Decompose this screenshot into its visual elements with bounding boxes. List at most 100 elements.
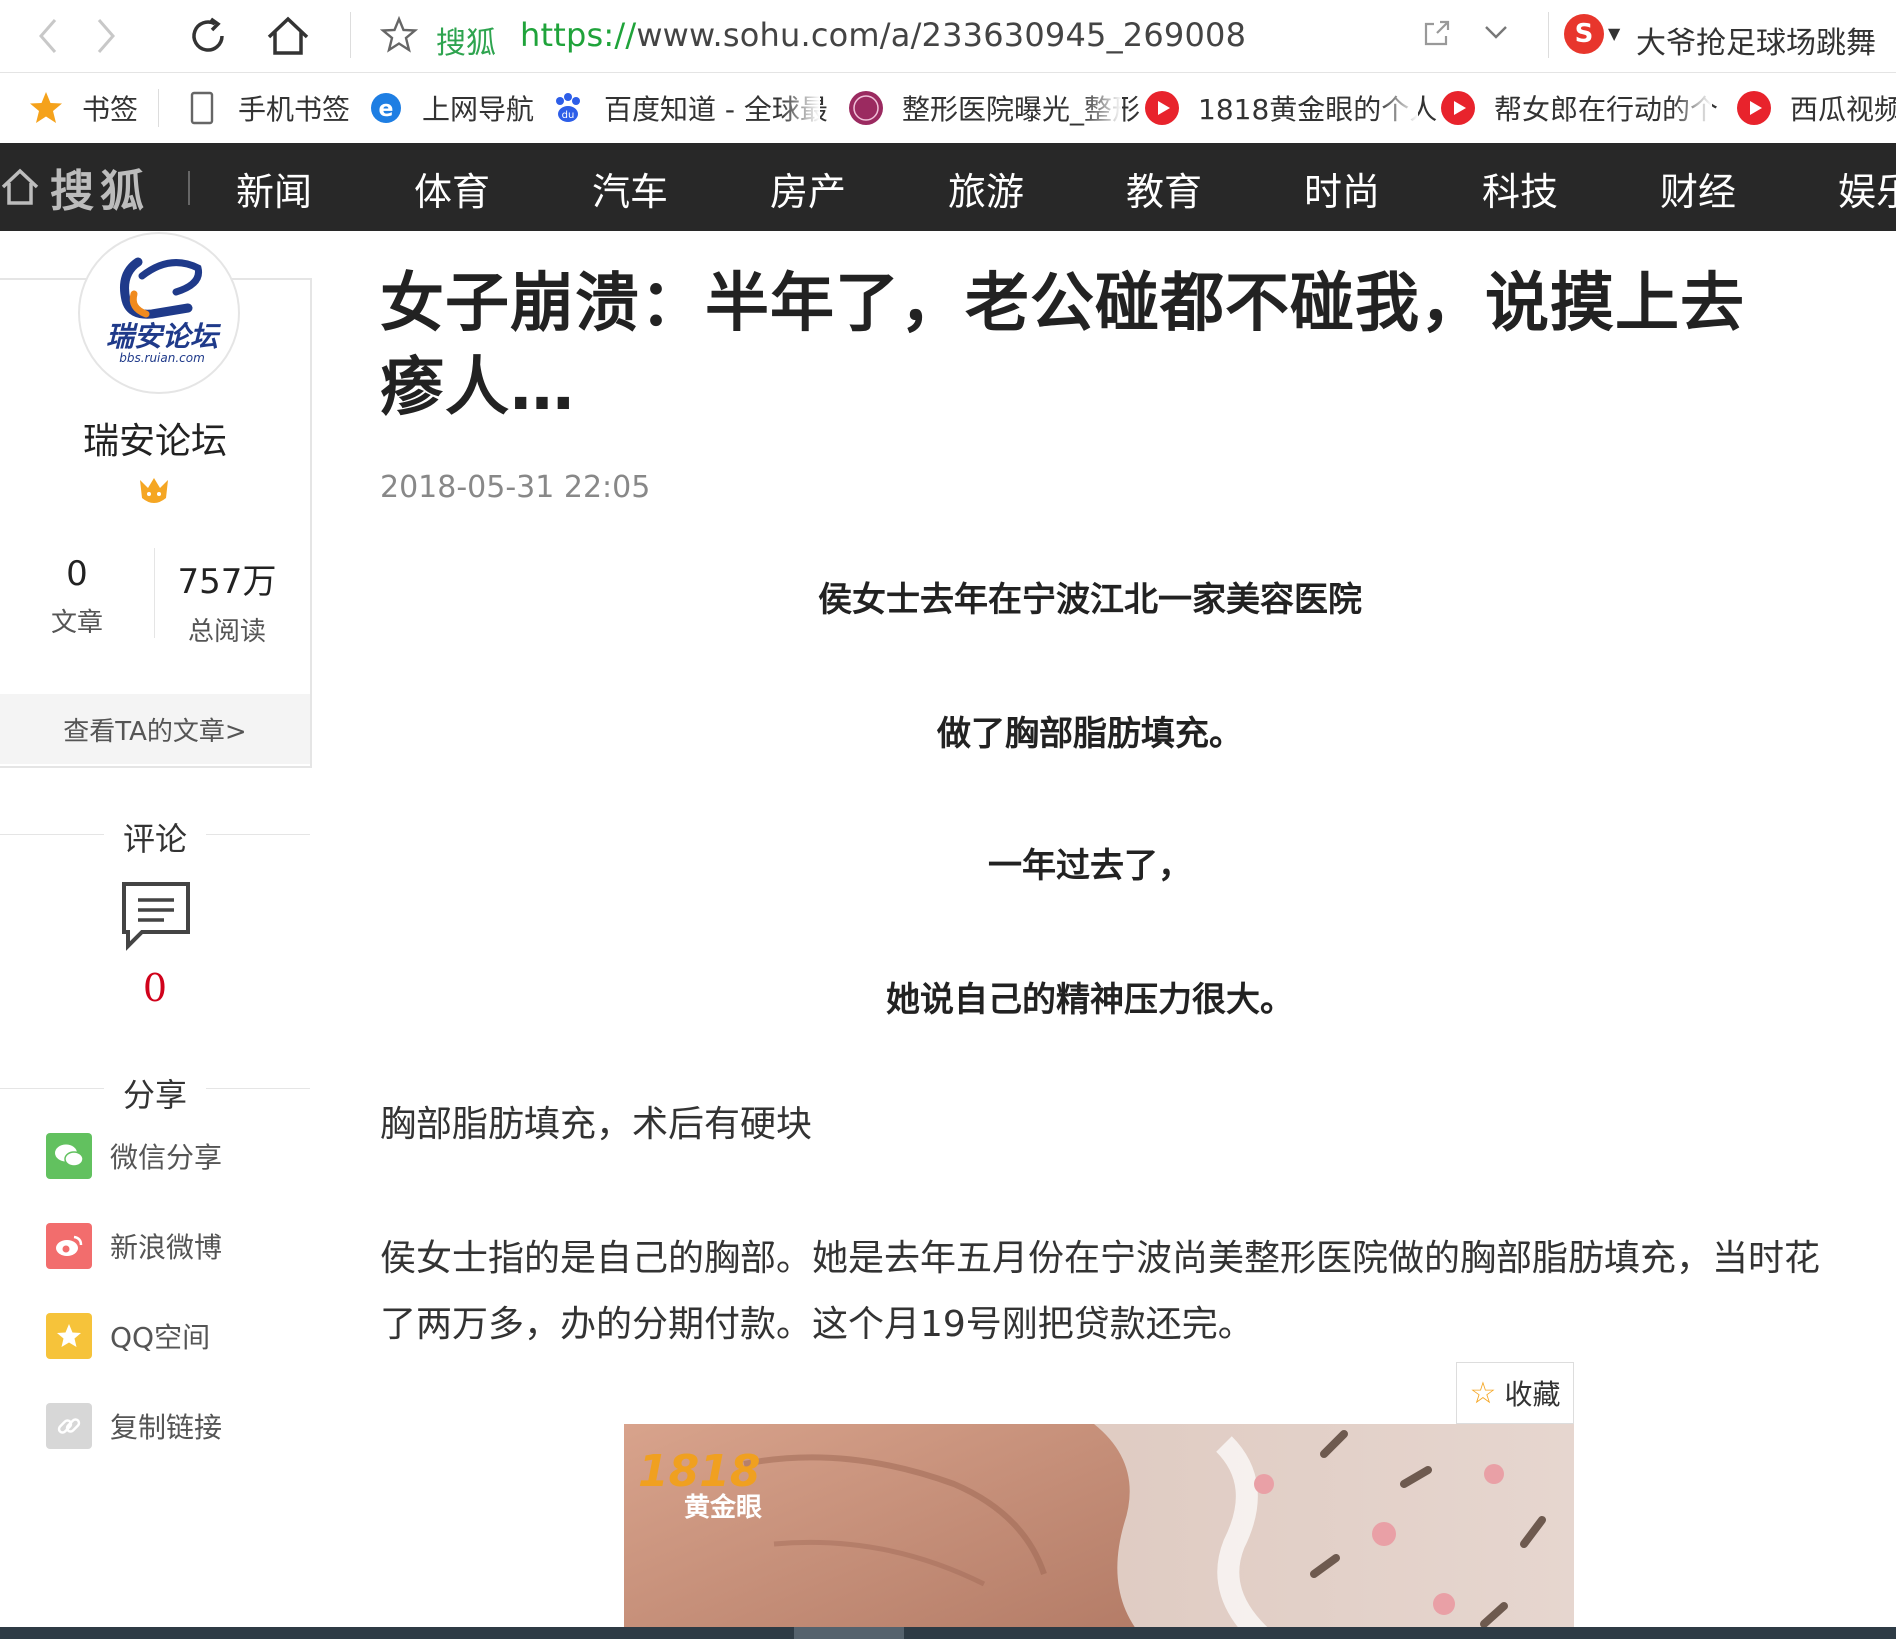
article-lead-line: 一年过去了， [988,846,1192,886]
address-dropdown-button[interactable] [1482,20,1510,48]
author-badge-icon [136,474,172,510]
share-wechat-button[interactable]: 微信分享 [46,1132,222,1180]
toolbar-divider [1548,12,1549,58]
star-icon [28,90,64,126]
articles-count: 0 [66,554,88,594]
share-label: 新浪微博 [110,1231,223,1264]
share-label: 复制链接 [110,1411,223,1444]
bookmark-star-button[interactable] [379,15,419,58]
logo-text: 黄金眼 [684,1492,762,1523]
articles-stat: 0 文章 [2,554,152,639]
favorite-label: 收藏 [1504,1378,1561,1411]
article-date: 2018-05-31 22:05 [380,470,651,505]
share-page-button[interactable] [1422,18,1452,52]
bookmark-label: 手机书签 [238,93,351,126]
share-label: 微信分享 [110,1141,223,1174]
bookmark-item[interactable]: 手机书签 [184,73,350,143]
ie-icon: e [368,90,404,126]
article-lead-line: 她说自己的精神压力很大。 [886,980,1294,1020]
address-site-name: 搜狐 [436,26,496,61]
address-bar[interactable]: https://www.sohu.com/a/233630945_269008 [520,16,1246,54]
nav-divider [188,171,190,205]
article-subheading: 胸部脂肪填充，术后有硬块 [380,1104,813,1145]
article-lead-line: 做了胸部脂肪填充。 [937,714,1243,754]
share-weibo-button[interactable]: 新浪微博 [46,1222,222,1270]
nav-item-finance[interactable]: 财经 [1660,161,1736,216]
logo-number: 1818 [638,1446,760,1497]
article-title: 女子崩溃：半年了，老公碰都不碰我，说摸上去瘆人… [380,267,1745,425]
comment-icon[interactable] [120,880,192,952]
wechat-icon [46,1133,92,1179]
share-icon [1424,20,1450,46]
bookmarks-divider [158,89,159,127]
toolbar-divider [350,12,351,58]
sohu-home-link[interactable]: 搜狐 [0,161,150,217]
search-engine-icon[interactable]: S [1564,14,1604,54]
nav-item-tech[interactable]: 科技 [1482,161,1558,216]
bookmark-item[interactable]: 西瓜视频 [1736,73,1896,143]
avatar-brand-text: 瑞安论坛 [106,320,222,353]
star-outline-icon: ☆ [1469,1375,1497,1411]
bookmark-item[interactable]: 书签 [28,73,138,143]
article-paragraph: 侯女士指的是自己的胸部。她是去年五月份在宁波尚美整形医院做的胸部脂肪填充，当时花… [380,1238,1821,1345]
reads-stat: 757万 总阅读 [152,554,302,648]
nav-item-fashion[interactable]: 时尚 [1304,161,1380,216]
video-icon [1144,90,1180,126]
forward-button[interactable] [80,10,132,62]
scrollbar-thumb[interactable] [794,1627,904,1639]
nav-item-house[interactable]: 房产 [770,161,846,216]
bookmark-fade [780,73,820,143]
reload-button[interactable] [182,10,234,62]
url-text: www.sohu.com/a/233630945_269008 [636,16,1247,54]
comment-count[interactable]: 0 [0,966,310,1010]
ruian-forum-logo: 瑞安论坛 bbs.ruian.com [106,257,222,365]
bookmark-label: 西瓜视频 [1790,93,1896,126]
qzone-star-icon [46,1313,92,1359]
horizontal-scrollbar[interactable] [0,1627,1896,1639]
clinic-icon [848,90,884,126]
favorite-button[interactable]: ☆ 收藏 [1456,1362,1574,1424]
reads-count: 757万 [177,562,277,602]
baidu-icon: du [550,90,586,126]
video-icon [1736,90,1772,126]
bookmark-label: 书签 [82,93,139,126]
copy-link-button[interactable]: 复制链接 [46,1402,222,1450]
forward-arrow-icon [97,19,115,53]
star-outline-icon [379,15,419,53]
bookmark-label: 上网导航 [422,93,535,126]
bookmark-item[interactable]: e 上网导航 [368,73,534,143]
author-name[interactable]: 瑞安论坛 [0,412,310,464]
nav-item-entertainment[interactable]: 娱乐 [1838,161,1896,216]
back-button[interactable] [22,10,74,62]
reload-icon [192,17,224,52]
view-author-articles-link[interactable]: 查看TA的文章> [0,694,310,764]
share-qzone-button[interactable]: QQ空间 [46,1312,210,1360]
sohu-logo-text: 搜狐 [50,166,150,217]
home-icon [267,16,309,55]
home-icon [1,168,39,205]
nav-item-news[interactable]: 新闻 [236,161,312,216]
nav-item-sports[interactable]: 体育 [414,161,490,216]
chevron-down-icon [1485,26,1507,39]
avatar-domain-text: bbs.ruian.com [119,351,205,365]
bookmarks-bar: 书签 手机书签 e 上网导航 du 百度知道 - 全球最 整形医院曝光_整形 1… [0,73,1896,144]
author-avatar[interactable]: 瑞安论坛 bbs.ruian.com [78,232,240,394]
url-protocol: https:// [520,16,637,54]
link-icon [46,1403,92,1449]
reads-label: 总阅读 [187,617,266,647]
bookmark-fade [1378,73,1418,143]
search-engine-caret-icon[interactable]: ▼ [1608,24,1620,43]
browser-toolbar: 搜狐 https://www.sohu.com/a/233630945_2690… [0,0,1896,73]
home-button[interactable] [262,10,314,62]
article-lead-line: 侯女士去年在宁波江北一家美容医院 [818,580,1362,620]
nav-item-travel[interactable]: 旅游 [948,161,1024,216]
search-box[interactable]: 大爷抢足球场跳舞 [1636,18,1876,62]
bookmark-fade [1672,73,1712,143]
svg-text:du: du [562,110,575,121]
back-arrow-icon [39,19,57,53]
site-nav: 搜狐 新闻 体育 汽车 房产 旅游 教育 时尚 科技 财经 娱乐 [0,143,1896,231]
svg-text:e: e [379,97,394,122]
nav-item-auto[interactable]: 汽车 [592,161,668,216]
weibo-icon [46,1223,92,1269]
nav-item-education[interactable]: 教育 [1126,161,1202,216]
